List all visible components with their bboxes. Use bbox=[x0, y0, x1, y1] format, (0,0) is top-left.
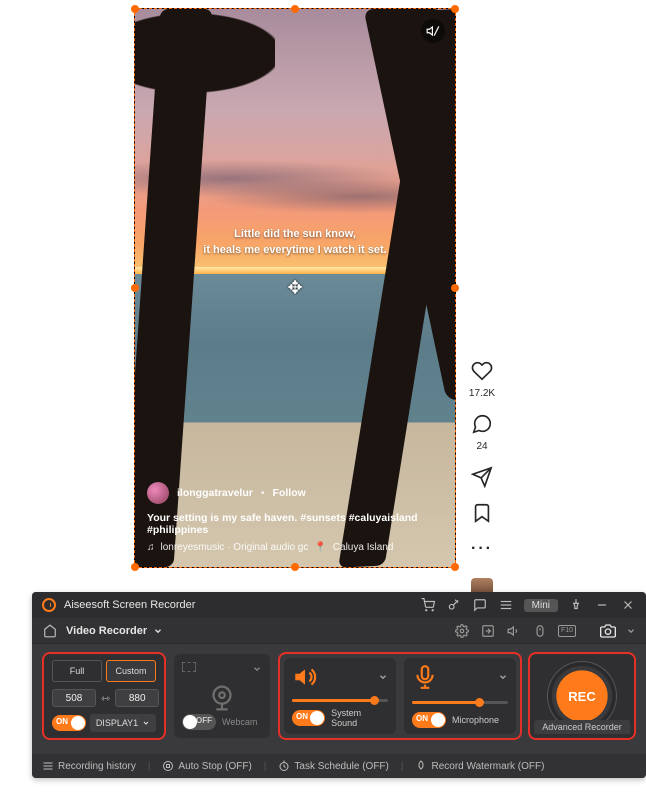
caption-line1: Little did the sun know, bbox=[135, 227, 455, 243]
video-caption: Little did the sun know, it heals me eve… bbox=[135, 227, 455, 259]
app-title: Aiseesoft Screen Recorder bbox=[64, 599, 195, 611]
move-cursor-icon: ✥ bbox=[287, 278, 302, 299]
follow-button[interactable]: Follow bbox=[273, 487, 306, 499]
bookmark-icon[interactable] bbox=[471, 502, 493, 524]
microphone-slider[interactable] bbox=[412, 701, 508, 704]
location-pin-icon: 📍 bbox=[314, 542, 326, 553]
microphone-label: Microphone bbox=[452, 715, 499, 725]
system-sound-dropdown-icon[interactable] bbox=[378, 672, 388, 682]
recording-history-button[interactable]: Recording history bbox=[42, 760, 136, 772]
social-actions: 17.2K 24 ··· bbox=[464, 360, 500, 600]
resize-handle-tr[interactable] bbox=[451, 5, 459, 13]
close-icon[interactable] bbox=[620, 597, 636, 613]
recorder-mode-label: Video Recorder bbox=[66, 625, 147, 637]
audio-text[interactable]: lonreyesmusic · Original audio gc bbox=[161, 542, 309, 553]
key-icon[interactable] bbox=[446, 597, 462, 613]
resize-handle-tl[interactable] bbox=[131, 5, 139, 13]
webcam-label: Webcam bbox=[222, 717, 257, 727]
comment-icon[interactable] bbox=[471, 413, 493, 435]
mini-mode-button[interactable]: Mini bbox=[524, 599, 558, 612]
chevron-down-icon bbox=[153, 626, 163, 636]
separator: | bbox=[264, 761, 267, 772]
snapshot-icon[interactable] bbox=[600, 623, 616, 639]
video-description: Your setting is my safe haven. #sunsets … bbox=[147, 512, 443, 536]
separator: | bbox=[148, 761, 151, 772]
webcam-icon bbox=[205, 681, 239, 715]
recording-selection-region[interactable]: Little did the sun know, it heals me eve… bbox=[134, 8, 456, 568]
menu-icon[interactable] bbox=[498, 597, 514, 613]
webcam-toggle[interactable]: OFF bbox=[182, 714, 216, 730]
microphone-toggle[interactable]: ON bbox=[412, 712, 446, 728]
caption-line2: it heals me everytime I watch it set. bbox=[135, 243, 455, 259]
record-watermark-button[interactable]: Record Watermark (OFF) bbox=[415, 760, 544, 772]
recorder-mode-dropdown[interactable]: Video Recorder bbox=[66, 625, 163, 637]
hotkey-icon[interactable]: F10 bbox=[558, 625, 576, 637]
resize-handle-bl[interactable] bbox=[131, 563, 139, 571]
record-button[interactable]: REC bbox=[552, 666, 612, 726]
system-sound-card: ON System Sound bbox=[284, 658, 396, 734]
area-custom-button[interactable]: Custom bbox=[106, 660, 156, 682]
avatar[interactable] bbox=[147, 482, 169, 504]
microphone-icon bbox=[412, 664, 438, 690]
footer-bar: Recording history | Auto Stop (OFF) | Ta… bbox=[32, 754, 646, 778]
resize-handle-mr[interactable] bbox=[451, 284, 459, 292]
recording-area-card: Full Custom ⇿ ON DISPLAY1 bbox=[44, 654, 164, 738]
app-logo-icon bbox=[42, 598, 56, 612]
system-sound-label: System Sound bbox=[331, 708, 388, 728]
mute-icon[interactable] bbox=[421, 19, 445, 43]
resize-handle-ml[interactable] bbox=[131, 284, 139, 292]
chevron-down-icon[interactable] bbox=[626, 626, 636, 636]
separator: • bbox=[261, 487, 265, 499]
like-icon[interactable] bbox=[471, 360, 493, 382]
screenshot-overlay-icon[interactable] bbox=[182, 662, 196, 672]
titlebar: Aiseesoft Screen Recorder Mini bbox=[32, 592, 646, 618]
webcam-dropdown-icon[interactable] bbox=[252, 664, 262, 674]
webcam-card: OFF Webcam bbox=[174, 654, 270, 738]
home-icon[interactable] bbox=[42, 623, 58, 639]
auto-stop-button[interactable]: Auto Stop (OFF) bbox=[162, 760, 251, 772]
mode-bar: Video Recorder F10 bbox=[32, 618, 646, 644]
like-count: 17.2K bbox=[469, 388, 495, 399]
music-icon: ♫ bbox=[147, 542, 155, 553]
settings-icon[interactable] bbox=[454, 623, 470, 639]
separator: | bbox=[401, 761, 404, 772]
microphone-card: ON Microphone bbox=[404, 658, 516, 734]
advanced-recorder-button[interactable]: Advanced Recorder bbox=[534, 720, 630, 734]
more-icon[interactable]: ··· bbox=[471, 538, 493, 560]
comment-count: 24 bbox=[476, 441, 487, 452]
chat-icon[interactable] bbox=[472, 597, 488, 613]
height-input[interactable] bbox=[115, 689, 159, 707]
area-full-button[interactable]: Full bbox=[52, 660, 102, 682]
video-meta: ilonggatravelur • Follow Your setting is… bbox=[147, 482, 443, 553]
minimize-icon[interactable] bbox=[594, 597, 610, 613]
pin-icon[interactable] bbox=[568, 597, 584, 613]
resize-handle-br[interactable] bbox=[451, 563, 459, 571]
share-icon[interactable] bbox=[471, 466, 493, 488]
system-sound-toggle[interactable]: ON bbox=[292, 710, 325, 726]
resize-handle-bc[interactable] bbox=[291, 563, 299, 571]
sound-settings-icon[interactable] bbox=[506, 623, 522, 639]
display-select[interactable]: DISPLAY1 bbox=[90, 714, 156, 732]
resize-handle-tc[interactable] bbox=[291, 5, 299, 13]
area-toggle[interactable]: ON bbox=[52, 715, 86, 731]
location-text[interactable]: Caluya Island bbox=[333, 542, 394, 553]
export-icon[interactable] bbox=[480, 623, 496, 639]
controls-row: Full Custom ⇿ ON DISPLAY1 OFF Webcam bbox=[32, 644, 646, 748]
mouse-icon[interactable] bbox=[532, 623, 548, 639]
microphone-dropdown-icon[interactable] bbox=[498, 672, 508, 682]
system-sound-slider[interactable] bbox=[292, 699, 388, 702]
width-input[interactable] bbox=[52, 689, 96, 707]
record-card: REC Advanced Recorder bbox=[530, 654, 634, 738]
link-dimensions-icon[interactable]: ⇿ bbox=[101, 692, 110, 705]
speaker-icon bbox=[292, 664, 318, 690]
audio-group: ON System Sound ON Microphone bbox=[280, 654, 520, 738]
cart-icon[interactable] bbox=[420, 597, 436, 613]
screen-recorder-panel: Aiseesoft Screen Recorder Mini Video Rec… bbox=[32, 592, 646, 778]
username[interactable]: ilonggatravelur bbox=[177, 487, 253, 499]
task-schedule-button[interactable]: Task Schedule (OFF) bbox=[278, 760, 388, 772]
